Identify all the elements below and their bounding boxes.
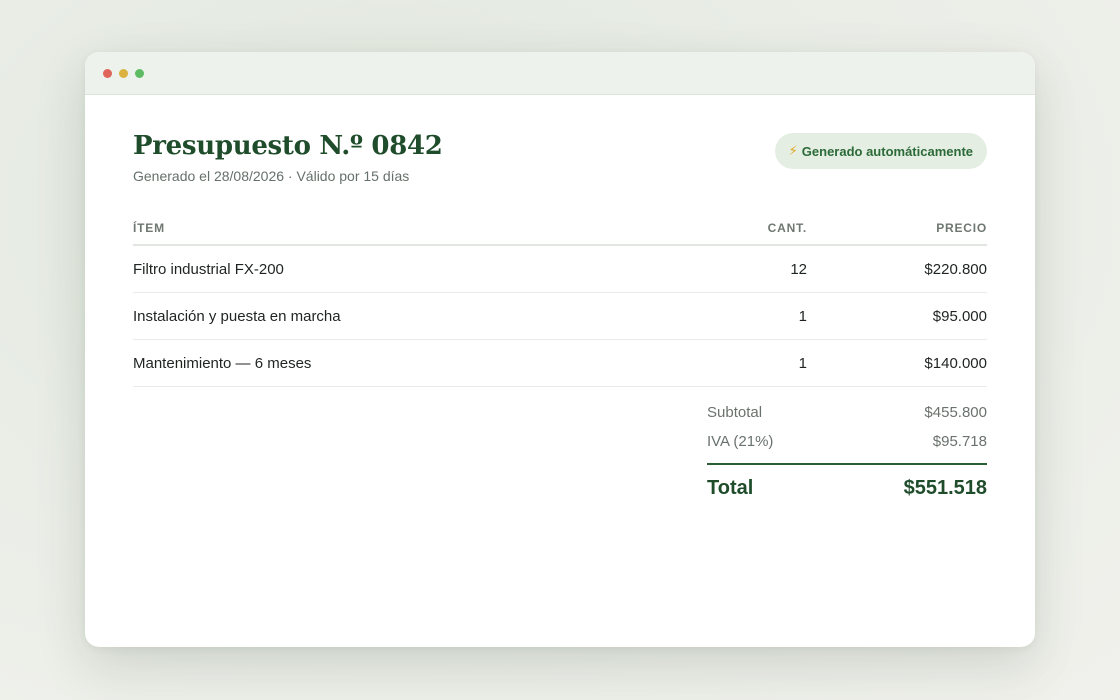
minimize-window-button[interactable] bbox=[119, 69, 128, 78]
auto-generated-badge: ⚡ Generado automáticamente bbox=[774, 133, 987, 169]
row-price: $95.000 bbox=[932, 308, 987, 325]
subtotal-label: Subtotal bbox=[707, 404, 763, 421]
column-header-qty: CANT. bbox=[767, 221, 807, 235]
table-row: Instalación y puesta en marcha 1 $95.000 bbox=[133, 293, 987, 340]
maximize-window-button[interactable] bbox=[135, 69, 144, 78]
subtotal-value: $455.800 bbox=[924, 404, 987, 421]
row-price: $140.000 bbox=[924, 355, 987, 372]
quote-subtitle: Generado el 28/08/2026 · Válido por 15 d… bbox=[133, 168, 410, 184]
lightning-icon: ⚡ bbox=[788, 143, 798, 158]
total-row: Total $551.518 bbox=[707, 465, 987, 505]
table-header: ÍTEM CANT. PRECIO bbox=[133, 211, 987, 246]
items-table: ÍTEM CANT. PRECIO Filtro industrial FX-2… bbox=[133, 211, 987, 387]
close-window-button[interactable] bbox=[103, 69, 112, 78]
page-title: Presupuesto N.º 0842 bbox=[133, 131, 443, 161]
app-window: Presupuesto N.º 0842 Generado el 28/08/2… bbox=[85, 52, 1035, 647]
row-item: Filtro industrial FX-200 bbox=[133, 261, 284, 278]
row-qty: 1 bbox=[798, 308, 807, 325]
row-item: Mantenimiento — 6 meses bbox=[133, 355, 312, 372]
tax-row: IVA (21%) $95.718 bbox=[707, 429, 987, 458]
column-header-price: PRECIO bbox=[936, 221, 987, 235]
badge-label: Generado automáticamente bbox=[801, 143, 973, 159]
table-row: Filtro industrial FX-200 12 $220.800 bbox=[133, 246, 987, 293]
total-value: $551.518 bbox=[903, 477, 987, 499]
window-titlebar bbox=[85, 52, 1035, 95]
tax-value: $95.718 bbox=[932, 433, 987, 450]
row-item: Instalación y puesta en marcha bbox=[133, 308, 341, 325]
tax-label: IVA (21%) bbox=[707, 433, 774, 450]
column-header-item: ÍTEM bbox=[133, 221, 165, 235]
row-price: $220.800 bbox=[924, 261, 987, 278]
row-qty: 1 bbox=[798, 355, 807, 372]
row-qty: 12 bbox=[790, 261, 807, 278]
table-row: Mantenimiento — 6 meses 1 $140.000 bbox=[133, 340, 987, 387]
subtotal-row: Subtotal $455.800 bbox=[707, 400, 987, 429]
total-label: Total bbox=[707, 477, 754, 499]
totals-summary: Subtotal $455.800 IVA (21%) $95.718 Tota… bbox=[707, 400, 987, 505]
